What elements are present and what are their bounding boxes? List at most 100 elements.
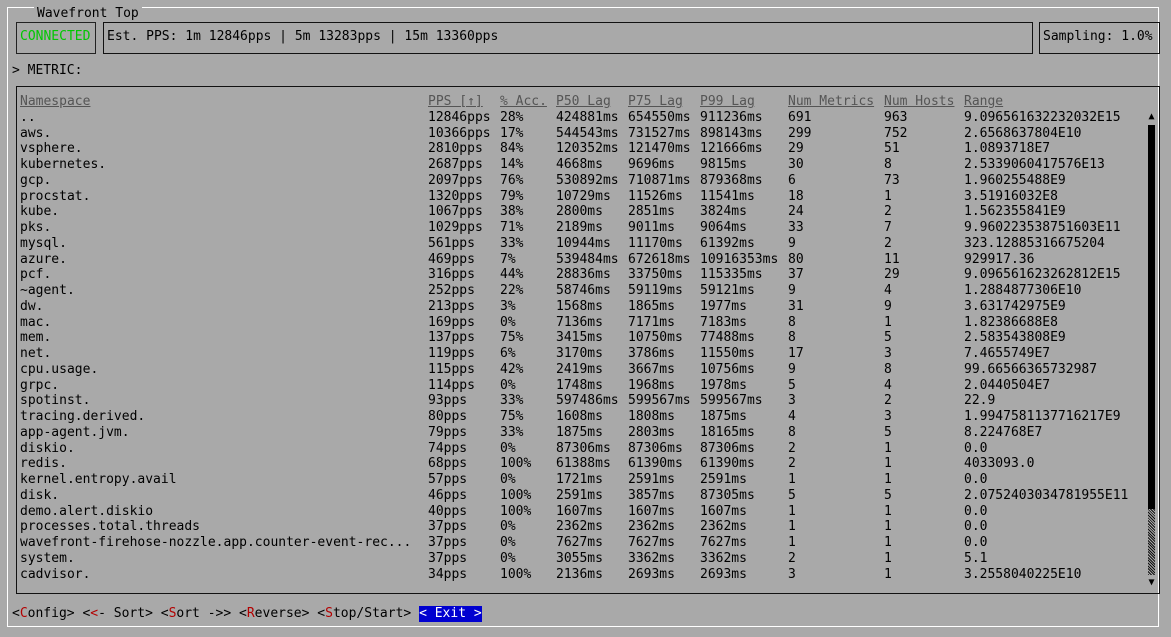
cell-num-hosts: 1: [884, 188, 892, 204]
table-row[interactable]: net. 119pps 6% 3170ms 3786ms 11550ms 17 3 7.4655…: [17, 346, 1142, 362]
table-row[interactable]: system. 37pps 0% 3055ms 3362ms 3362ms 2 1 5.1: [17, 551, 1142, 567]
column-header-p75[interactable]: P75 Lag: [628, 94, 683, 110]
cell-namespace: cadvisor.: [20, 566, 91, 582]
cell-acc: 17%: [500, 125, 524, 141]
cell-p50: 1608ms: [556, 409, 603, 424]
cell-range: 1.2884877306E10: [964, 283, 1082, 298]
cell-pps: 40pps: [428, 503, 468, 519]
cell-acc: 0%: [500, 377, 516, 393]
cell-range: 1.9947581137716217E9: [964, 409, 1121, 424]
table-row[interactable]: cpu.usage. 115pps 42% 2419ms 3667ms 10756ms 9 8…: [17, 362, 1142, 378]
cell-p50: 1568ms: [556, 298, 603, 314]
sort-right-button[interactable]: <Sort ->>: [161, 606, 231, 622]
cell-p50: 2136ms: [556, 566, 603, 582]
table-row[interactable]: grpc. 114pps 0% 1748ms 1968ms 1978ms 5 4 2.04405…: [17, 378, 1142, 394]
cell-num-hosts: 1: [884, 314, 892, 330]
column-header-pps[interactable]: PPS [↑]: [428, 94, 483, 110]
cell-p75: 9011ms: [628, 220, 675, 235]
exit-hotkey: E: [434, 606, 443, 621]
cell-num-hosts: 963: [884, 109, 908, 125]
scroll-down-icon[interactable]: ▼: [1147, 577, 1156, 589]
table-row[interactable]: gcp. 2097pps 76% 530892ms 710871ms 879368ms 6 7…: [17, 173, 1142, 189]
column-header-num-hosts[interactable]: Num Hosts: [884, 94, 954, 110]
cell-acc: 76%: [500, 172, 524, 188]
table-row[interactable]: ~agent. 252pps 22% 58746ms 59119ms 59121ms 9 4 1…: [17, 283, 1142, 299]
cell-p75: 2851ms: [628, 204, 675, 220]
cell-num-metrics: 3: [788, 393, 796, 409]
table-row[interactable]: app-agent.jvm. 79pps 33% 1875ms 2803ms 18165m…: [17, 425, 1142, 441]
cell-range: 0.0: [964, 472, 988, 487]
cell-acc: 79%: [500, 188, 524, 204]
table-row[interactable]: disk. 46pps 100% 2591ms 3857ms 87305ms 5 5 2.075…: [17, 488, 1142, 504]
cell-pps: 37pps: [428, 519, 468, 535]
cell-acc: 100%: [500, 456, 532, 472]
cell-num-metrics: 37: [788, 267, 804, 283]
table-row[interactable]: spotinst. 93pps 33% 597486ms 599567ms 599567m…: [17, 393, 1142, 409]
config-button[interactable]: <Config>: [12, 606, 75, 622]
table-row[interactable]: mac. 169pps 0% 7136ms 7171ms 7183ms 8 1 1.823866…: [17, 315, 1142, 331]
table-row[interactable]: processes.total.threads 37pps 0% 2362ms 2362…: [17, 519, 1142, 535]
column-header-range[interactable]: Range: [964, 94, 1003, 110]
metric-prompt[interactable]: > METRIC:: [12, 63, 82, 79]
table-row[interactable]: demo.alert.diskio 40pps 100% 1607ms 1607ms 16…: [17, 504, 1142, 520]
table-row[interactable]: cadvisor. 34pps 100% 2136ms 2693ms 2693ms 3 1 3.…: [17, 567, 1142, 583]
table-row[interactable]: dw. 213pps 3% 1568ms 1865ms 1977ms 31 9 3.631742…: [17, 299, 1142, 315]
table-row[interactable]: kube. 1067pps 38% 2800ms 2851ms 3824ms 24 2 1.56…: [17, 204, 1142, 220]
cell-p75: 61390ms: [628, 456, 683, 472]
scroll-thumb[interactable]: [1148, 125, 1155, 509]
table-row[interactable]: kernel.entropy.avail 57pps 0% 1721ms 2591ms 2…: [17, 472, 1142, 488]
table-row[interactable]: .. 12846pps 28% 424881ms 654550ms 911236ms 691…: [17, 110, 1142, 126]
cell-num-hosts: 4: [884, 283, 892, 298]
cell-p99: 61390ms: [700, 456, 755, 472]
cell-p75: 654550ms: [628, 109, 691, 125]
cell-acc: 75%: [500, 330, 524, 346]
table-row[interactable]: tracing.derived. 80pps 75% 1608ms 1808ms 1875…: [17, 409, 1142, 425]
cell-p75: 3667ms: [628, 361, 675, 377]
scrollbar[interactable]: ▲ ▼: [1147, 111, 1156, 589]
table-row[interactable]: procstat. 1320pps 79% 10729ms 11526ms 11541ms…: [17, 189, 1142, 205]
table-row[interactable]: redis. 68pps 100% 61388ms 61390ms 61390ms 2 1 40…: [17, 456, 1142, 472]
cell-pps: 12846pps: [428, 109, 491, 125]
table-row[interactable]: aws. 10366pps 17% 544543ms 731527ms 898143ms 2…: [17, 126, 1142, 142]
cell-num-metrics: 9: [788, 361, 796, 377]
column-header-p99[interactable]: P99 Lag: [700, 94, 755, 110]
table-row[interactable]: kubernetes. 2687pps 14% 4668ms 9696ms 9815ms 3…: [17, 157, 1142, 173]
cell-namespace: procstat.: [20, 188, 91, 204]
cell-namespace: gcp.: [20, 172, 52, 188]
table-row[interactable]: pks. 1029pps 71% 2189ms 9011ms 9064ms 33 7 9.960…: [17, 220, 1142, 236]
scroll-track[interactable]: [1148, 509, 1155, 575]
column-header-num-metrics[interactable]: Num Metrics: [788, 94, 874, 110]
table-row[interactable]: wavefront-firehose-nozzle.app.counter-ev…: [17, 535, 1142, 551]
cell-namespace: dw.: [20, 298, 44, 314]
cell-p99: 911236ms: [700, 109, 763, 125]
cell-num-hosts: 5: [884, 487, 892, 503]
column-header-namespace[interactable]: Namespace: [20, 94, 90, 110]
table-row[interactable]: vsphere. 2810pps 84% 120352ms 121470ms 121666…: [17, 141, 1142, 157]
cell-p75: 87306ms: [628, 440, 683, 456]
reverse-open: <: [239, 606, 247, 621]
sort-left-button[interactable]: <<- Sort>: [82, 606, 152, 622]
stop-start-button[interactable]: <Stop/Start>: [317, 606, 411, 622]
cell-p99: 121666ms: [700, 141, 763, 157]
column-header-acc[interactable]: % Acc.: [500, 94, 547, 110]
column-header-p50[interactable]: P50 Lag: [556, 94, 611, 110]
table-row[interactable]: mysql. 561pps 33% 10944ms 11170ms 61392ms 9 2 32…: [17, 236, 1142, 252]
exit-button[interactable]: < Exit >: [419, 606, 482, 622]
cell-p50: 3055ms: [556, 550, 603, 566]
cell-p75: 1865ms: [628, 298, 675, 314]
reverse-button[interactable]: <Reverse>: [239, 606, 309, 622]
scroll-up-icon[interactable]: ▲: [1147, 111, 1156, 123]
cell-acc: 0%: [500, 519, 516, 535]
table-header: Namespace PPS [↑] % Acc. P50 Lag P75 Lag P99 …: [17, 94, 1142, 110]
table-row[interactable]: diskio. 74pps 0% 87306ms 87306ms 87306ms 2 1 0.0: [17, 441, 1142, 457]
table-row[interactable]: pcf. 316pps 44% 28836ms 33750ms 115335ms 37 29 9…: [17, 267, 1142, 283]
cell-namespace: diskio.: [20, 440, 75, 456]
cell-p75: 7627ms: [628, 535, 675, 550]
cell-p99: 59121ms: [700, 283, 755, 298]
cell-pps: 469pps: [428, 251, 475, 267]
table-row[interactable]: azure. 469pps 7% 539484ms 672618ms 10916353ms…: [17, 252, 1142, 268]
cell-acc: 7%: [500, 251, 516, 267]
cell-p75: 1808ms: [628, 409, 675, 424]
cell-pps: 2810pps: [428, 141, 483, 157]
table-row[interactable]: mem. 137pps 75% 3415ms 10750ms 77488ms 8 5 2.583…: [17, 330, 1142, 346]
